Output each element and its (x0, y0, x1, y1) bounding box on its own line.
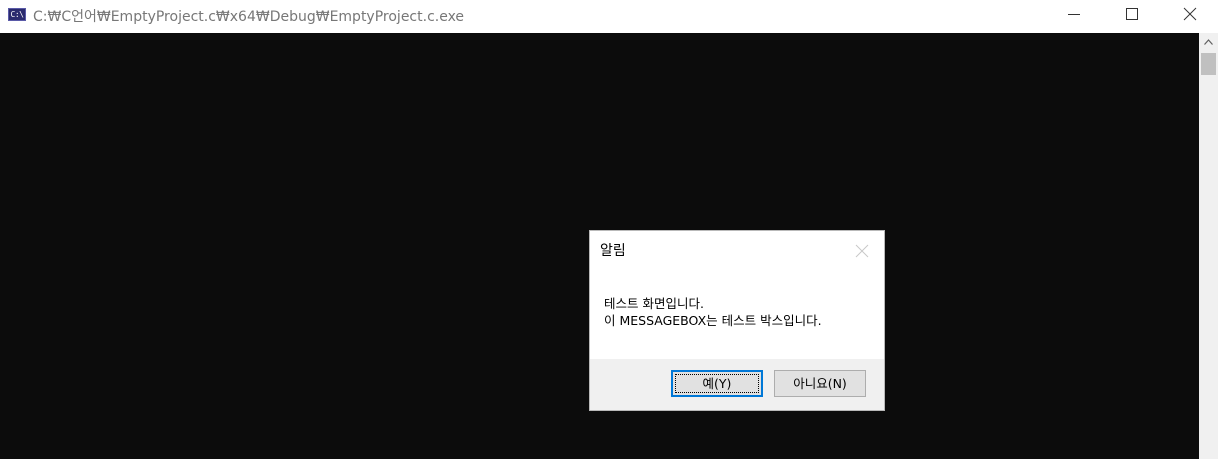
no-button-label: 아니요(N) (793, 376, 847, 391)
yes-button-label: 예(Y) (702, 376, 732, 391)
message-line-1: 테스트 화면입니다. (604, 296, 704, 311)
dialog-button-bar: 예(Y) 아니요(N) (590, 359, 884, 410)
dialog-close-button[interactable] (852, 241, 872, 261)
minimize-button[interactable] (1045, 0, 1103, 30)
dialog-message: 테스트 화면입니다. 이 MESSAGEBOX는 테스트 박스입니다. (604, 295, 822, 329)
console-window: C:\ C:₩C언어₩EmptyProject.c₩x64₩Debug₩Empt… (0, 0, 1218, 459)
close-icon (1183, 7, 1197, 21)
no-button[interactable]: 아니요(N) (774, 370, 866, 397)
close-icon (855, 244, 869, 258)
console-app-icon[interactable]: C:\ (8, 8, 26, 21)
dialog-title: 알림 (600, 243, 626, 259)
window-title: C:₩C언어₩EmptyProject.c₩x64₩Debug₩EmptyPro… (33, 9, 465, 25)
maximize-button[interactable] (1103, 0, 1161, 30)
message-line-2: 이 MESSAGEBOX는 테스트 박스입니다. (604, 313, 822, 328)
maximize-icon (1126, 8, 1138, 20)
close-button[interactable] (1161, 0, 1218, 30)
title-bar[interactable]: C:\ C:₩C언어₩EmptyProject.c₩x64₩Debug₩Empt… (0, 0, 1218, 32)
minimize-icon (1068, 14, 1080, 15)
scroll-up-button[interactable] (1199, 33, 1218, 51)
scroll-thumb[interactable] (1201, 53, 1216, 75)
yes-button[interactable]: 예(Y) (671, 370, 763, 397)
message-box-dialog: 알림 테스트 화면입니다. 이 MESSAGEBOX는 테스트 박스입니다. 예… (589, 230, 885, 411)
vertical-scrollbar[interactable] (1199, 33, 1218, 459)
chevron-up-icon (1204, 39, 1213, 45)
